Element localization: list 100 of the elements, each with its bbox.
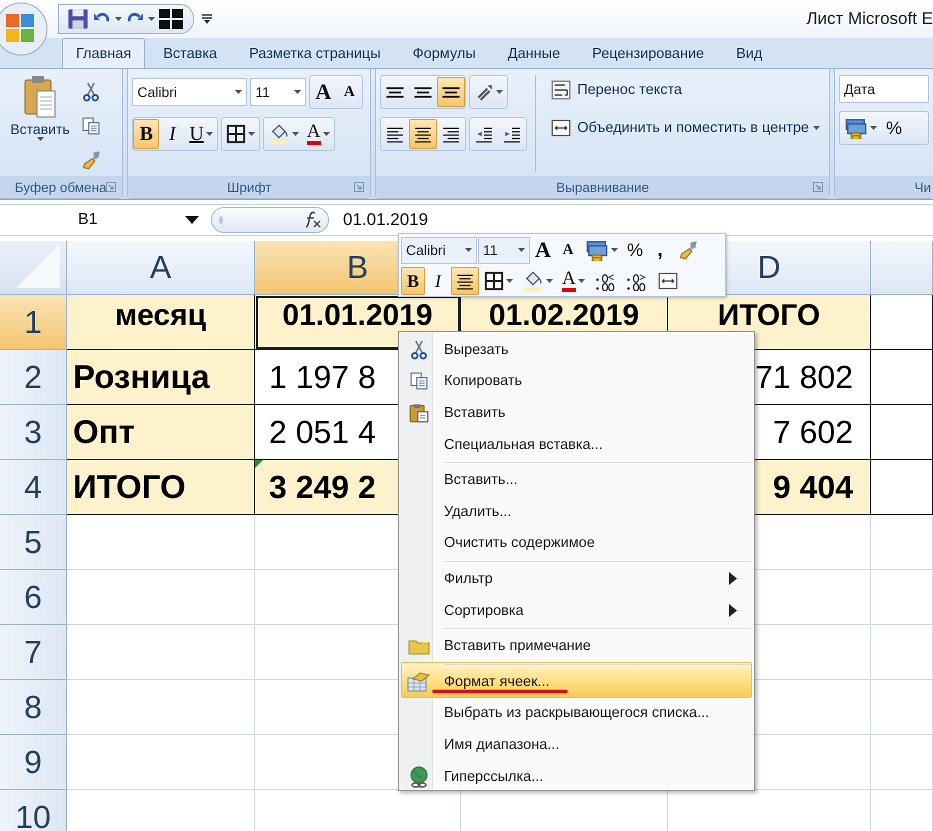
corner-triangle-icon [16, 244, 60, 288]
row-header[interactable]: 9 [0, 735, 67, 790]
menu-item[interactable]: Выбрать из раскрывающегося списка... [401, 698, 752, 730]
caret-icon [813, 126, 820, 130]
caret-icon [518, 248, 525, 252]
caret-icon [546, 278, 553, 284]
row-header[interactable]: 5 [0, 515, 67, 570]
ribbon-tab[interactable]: Формулы [398, 38, 490, 68]
caret-icon [611, 248, 618, 252]
wrap-text-button[interactable]: Перенос текста [544, 75, 825, 105]
grid-cell [871, 460, 933, 515]
menu-item[interactable]: Очистить содержимое [401, 528, 752, 560]
table-cell: Опт [67, 405, 255, 460]
row-header[interactable]: 1 [0, 295, 67, 350]
decimal-icon [624, 271, 647, 291]
merge-cells-icon [549, 118, 574, 138]
paste-button[interactable]: Вставить [10, 75, 70, 142]
wrap-text-icon [549, 80, 574, 100]
ribbon-tab[interactable]: Данные [494, 38, 574, 68]
paint-bucket-icon [522, 271, 544, 291]
caret-icon [206, 132, 213, 136]
caret-icon [248, 132, 255, 136]
row-header[interactable]: 4 [0, 460, 67, 515]
grid-cell [871, 625, 933, 680]
font-name-field[interactable]: Calibri [132, 78, 248, 106]
column-header[interactable]: A [67, 241, 255, 295]
caret-icon [870, 126, 877, 130]
launcher-icon[interactable] [354, 182, 364, 192]
caret-icon [294, 90, 302, 94]
borders-icon [484, 271, 504, 291]
menu-item[interactable]: Имя диапазона... [401, 729, 752, 761]
table-cell: ИТОГО [67, 460, 255, 515]
align-right-icon [441, 125, 462, 143]
menu-item[interactable]: Формат ячеек... [401, 662, 752, 698]
align-left-icon [385, 125, 406, 143]
money-icon [585, 239, 609, 261]
bold-button[interactable]: B [133, 119, 160, 149]
percent-button[interactable]: % [623, 236, 648, 264]
group-label: Чи [914, 180, 931, 194]
customize-icon [202, 13, 212, 25]
row-header[interactable]: 6 [0, 570, 67, 625]
grow-font-button[interactable]: A [310, 77, 336, 107]
layout-icon[interactable] [159, 9, 183, 29]
ribbon-tab[interactable]: Рецензирование [578, 38, 718, 68]
table-cell: месяц [67, 295, 255, 350]
caret-icon [115, 16, 122, 22]
row-header[interactable]: 8 [0, 680, 67, 735]
borders-icon [226, 124, 246, 144]
caret-icon [185, 216, 199, 224]
grip-icon [218, 215, 224, 225]
font-size-field[interactable]: 11 [250, 78, 306, 106]
menu-item[interactable]: Сортировка [401, 594, 752, 626]
submenu-arrow-icon [729, 604, 737, 618]
money-icon [844, 117, 868, 139]
font-size-field[interactable]: 11 [478, 236, 530, 264]
copy-icon [82, 117, 100, 135]
number-format-field[interactable]: Дата [839, 75, 929, 103]
clipboard-icon [409, 402, 429, 423]
formula-input-field[interactable]: 01.01.2019 [343, 206, 933, 234]
launcher-icon[interactable] [106, 182, 116, 192]
bold-button[interactable]: B [401, 267, 425, 295]
save-icon[interactable] [67, 8, 89, 30]
menu-item[interactable]: Гиперссылка... [401, 760, 752, 792]
row-header[interactable]: 10 [0, 790, 67, 831]
font-color-button[interactable]: A [558, 267, 589, 295]
ribbon-tab[interactable]: Вставка [149, 38, 232, 68]
underline-button[interactable]: U [185, 119, 217, 149]
align-bottom-button[interactable] [437, 77, 466, 107]
menu-item[interactable]: Вставить примечание [401, 626, 752, 662]
name-box[interactable]: B1 [0, 206, 205, 234]
align-center-icon [413, 125, 434, 143]
italic-button[interactable]: I [426, 267, 450, 295]
menu-item[interactable]: Фильтр [401, 559, 752, 595]
row-header[interactable]: 7 [0, 625, 67, 680]
align-center-button[interactable] [451, 267, 479, 295]
merge-center-button[interactable]: Объединить и поместить в центре [544, 113, 825, 143]
brush-icon [81, 150, 101, 170]
merge-cells-icon [656, 271, 680, 291]
ribbon-tab[interactable]: Главная [62, 38, 146, 68]
ribbon-tab[interactable]: Разметка страницы [235, 38, 395, 68]
ribbon-tab[interactable]: Вид [722, 38, 776, 68]
shrink-font-button[interactable]: A [556, 236, 580, 264]
row-header[interactable]: 3 [0, 405, 67, 460]
align-center-button[interactable] [409, 119, 438, 149]
group-label: Шрифт [227, 180, 272, 194]
caret-icon [578, 278, 585, 284]
decimal-icon [594, 271, 616, 291]
grid-cell [871, 515, 933, 570]
copy-icon [410, 372, 428, 390]
italic-button[interactable]: I [159, 119, 186, 149]
caret-icon [235, 90, 242, 94]
launcher-icon[interactable] [813, 182, 823, 192]
globe-icon [408, 766, 430, 788]
shrink-font-button[interactable]: A [336, 77, 362, 107]
paint-bucket-icon [268, 124, 290, 144]
grow-font-button[interactable]: A [531, 236, 555, 264]
font-name-field[interactable]: Calibri [401, 236, 477, 264]
row-header[interactable]: 2 [0, 350, 67, 405]
group-label: Выравнивание [556, 180, 650, 194]
caret-icon [465, 248, 472, 252]
